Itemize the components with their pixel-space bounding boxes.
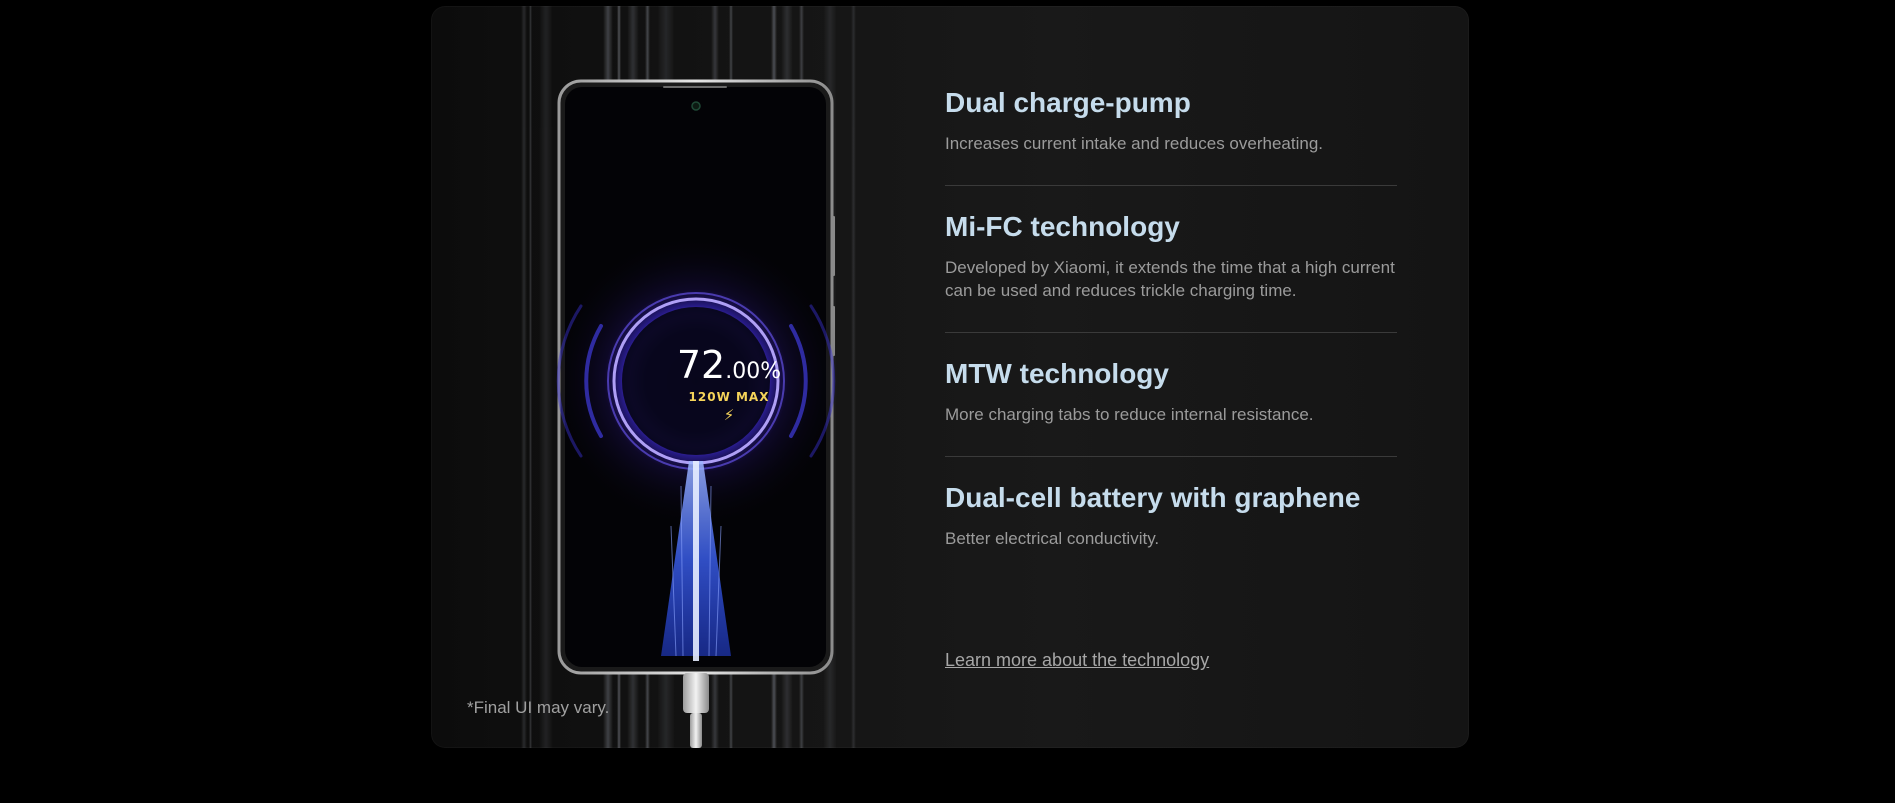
- feature-title: Dual charge-pump: [945, 87, 1191, 118]
- battery-percentage-decimal: .00%: [725, 359, 782, 384]
- phone-earpiece: [663, 86, 727, 88]
- charging-cable: [690, 713, 702, 748]
- wattage-label: 120W MAX: [688, 390, 770, 404]
- learn-more-link[interactable]: Learn more about the technology: [945, 650, 1209, 671]
- charging-feature-card: 72.00% 120W MAX ⚡ *Final UI may vary. Du…: [431, 6, 1469, 748]
- final-ui-disclaimer: *Final UI may vary.: [467, 698, 610, 717]
- feature-item-mi-fc-technology: Mi-FC technology Developed by Xiaomi, it…: [945, 210, 1397, 333]
- feature-description: Better electrical conductivity.: [945, 529, 1160, 548]
- feature-description: Developed by Xiaomi, it extends the time…: [945, 258, 1395, 300]
- lightning-bolt-icon: ⚡: [723, 406, 735, 424]
- feature-item-dual-cell-battery: Dual-cell battery with graphene Better e…: [945, 481, 1397, 550]
- feature-title: Mi-FC technology: [945, 211, 1180, 242]
- battery-percentage: 72.00%: [626, 343, 832, 387]
- feature-title: MTW technology: [945, 358, 1169, 389]
- feature-item-mtw-technology: MTW technology More charging tabs to red…: [945, 357, 1397, 457]
- battery-percentage-whole: 72: [676, 343, 726, 387]
- phone-side-button: [832, 216, 835, 276]
- charging-cable-connector: [683, 673, 709, 713]
- feature-title: Dual-cell battery with graphene: [945, 482, 1361, 513]
- feature-description: Increases current intake and reduces ove…: [945, 134, 1324, 153]
- front-camera: [691, 101, 701, 111]
- feature-list: Dual charge-pump Increases current intak…: [945, 86, 1397, 550]
- feature-item-dual-charge-pump: Dual charge-pump Increases current intak…: [945, 86, 1397, 186]
- feature-description: More charging tabs to reduce internal re…: [945, 405, 1314, 424]
